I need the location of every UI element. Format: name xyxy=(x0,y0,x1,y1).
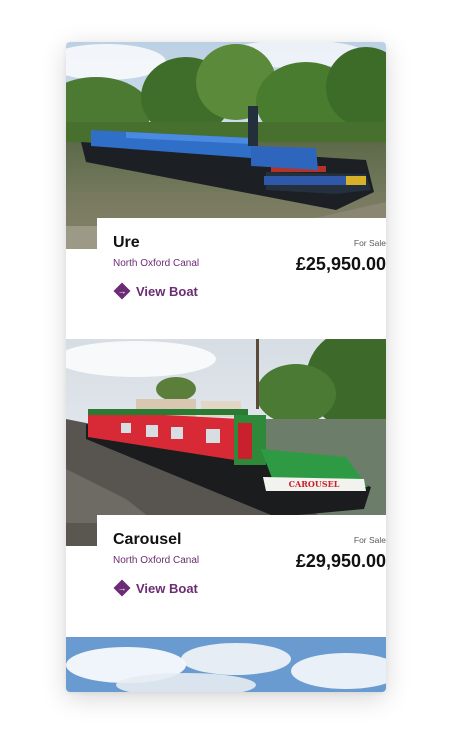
boat-photo[interactable] xyxy=(66,637,386,692)
boat-name[interactable]: Ure xyxy=(113,234,140,252)
view-boat-label: View Boat xyxy=(136,283,198,299)
sale-status: For Sale xyxy=(353,535,386,545)
arrow-diamond-icon: → xyxy=(113,282,131,300)
arrow-diamond-icon: → xyxy=(113,579,131,597)
boat-card[interactable]: Ure For Sale North Oxford Canal £25,950.… xyxy=(66,42,386,338)
boat-price: £25,950.00 xyxy=(295,254,386,274)
boat-sign: CAROUSEL xyxy=(289,479,340,489)
listing-feed: Ure For Sale North Oxford Canal £25,950.… xyxy=(66,42,386,692)
sale-status: For Sale xyxy=(353,238,386,248)
boat-name[interactable]: Carousel xyxy=(113,531,181,549)
listing-info: Carousel For Sale North Oxford Canal £29… xyxy=(97,515,386,605)
view-boat-link[interactable]: → View Boat xyxy=(113,579,198,597)
view-boat-label: View Boat xyxy=(136,580,198,596)
listing-info: Ure For Sale North Oxford Canal £25,950.… xyxy=(97,218,386,308)
boat-location: North Oxford Canal xyxy=(113,555,200,566)
view-boat-link[interactable]: → View Boat xyxy=(113,282,198,300)
boat-location: North Oxford Canal xyxy=(113,258,200,269)
boat-card[interactable]: CAROUSEL Carousel For Sale North Oxford … xyxy=(66,339,386,635)
boat-price: £29,950.00 xyxy=(295,551,386,571)
